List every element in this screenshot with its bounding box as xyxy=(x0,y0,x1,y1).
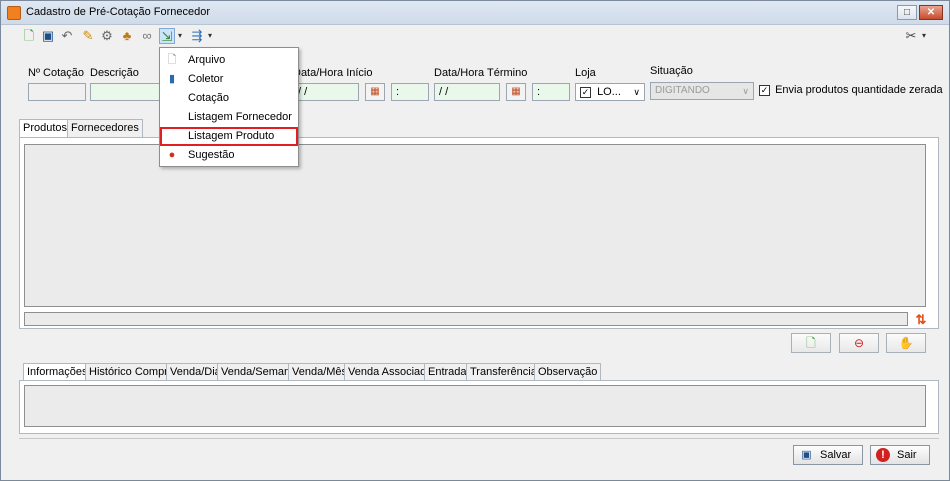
data-termino-label: Data/Hora Término xyxy=(434,67,528,79)
exit-button[interactable]: ! Sair xyxy=(870,445,930,465)
new-doc-icon[interactable]: 🗋 xyxy=(21,28,37,44)
menu-item-coletor[interactable]: ▮ Coletor xyxy=(160,70,298,89)
data-termino-field[interactable]: / / xyxy=(434,83,500,101)
products-panel: ⇅ xyxy=(19,137,939,329)
form-row: Nº Cotação Descrição Data/Hora Início / … xyxy=(19,56,943,111)
data-inicio-label: Data/Hora Início xyxy=(293,67,373,79)
chevron-down-icon[interactable]: ▾ xyxy=(176,28,184,44)
hora-termino-field[interactable]: : xyxy=(532,83,570,101)
menu-item-label: Listagem Produto xyxy=(188,130,275,142)
info-grid[interactable] xyxy=(24,385,926,427)
menu-item-cotacao[interactable]: Cotação xyxy=(160,89,298,108)
scanner-icon: ▮ xyxy=(168,73,176,85)
exit-button-label: Sair xyxy=(897,449,917,461)
tab-historico-compra[interactable]: Histórico Compra xyxy=(85,363,178,381)
gear-icon[interactable]: ⚙ xyxy=(99,28,115,44)
export-icon[interactable]: ⇶ xyxy=(189,28,205,44)
envia-zerada-label: Envia produtos quantidade zerada xyxy=(775,84,943,96)
save-icon[interactable]: ▣ xyxy=(40,28,56,44)
exit-icon: ! xyxy=(876,448,890,462)
chevron-down-icon: ∨ xyxy=(742,86,749,96)
undo-icon[interactable]: ↶ xyxy=(59,28,75,44)
window-title: Cadastro de Pré-Cotação Fornecedor xyxy=(26,6,211,18)
situacao-value: DIGITANDO xyxy=(655,85,710,96)
chevron-down-icon[interactable]: ▾ xyxy=(920,28,928,44)
menu-item-arquivo[interactable]: 🗋 Arquivo xyxy=(160,51,298,70)
suggestion-icon: ● xyxy=(168,149,176,161)
save-icon: ▣ xyxy=(801,449,812,461)
menu-item-sugestao[interactable]: ● Sugestão xyxy=(160,146,298,165)
clear-button[interactable]: ✋ xyxy=(886,333,926,353)
menu-item-label: Listagem Fornecedor xyxy=(188,111,292,123)
import-icon[interactable]: ⇲ xyxy=(159,28,175,44)
import-dropdown-menu: 🗋 Arquivo ▮ Coletor Cotação Listagem For… xyxy=(159,47,299,167)
num-cotacao-field[interactable] xyxy=(28,83,86,101)
info-panel xyxy=(19,380,939,434)
menu-item-label: Sugestão xyxy=(188,149,235,161)
loja-value: LO... xyxy=(597,86,621,98)
save-button[interactable]: ▣ Salvar xyxy=(793,445,863,465)
people-icon[interactable]: ♣ xyxy=(119,28,135,44)
tab-venda-mes[interactable]: Venda/Mês xyxy=(288,363,352,381)
close-window-button[interactable]: ✕ xyxy=(919,5,943,20)
products-grid[interactable] xyxy=(24,144,926,307)
add-item-button[interactable]: 🗋 xyxy=(791,333,831,353)
chevron-down-icon: ∨ xyxy=(633,87,640,97)
chevron-down-icon[interactable]: ▾ xyxy=(206,28,214,44)
bottom-bar: ▣ Salvar ! Sair xyxy=(19,438,939,468)
app-icon xyxy=(7,6,21,20)
file-icon: 🗋 xyxy=(167,54,177,66)
loja-checkbox[interactable]: ✓ xyxy=(580,86,591,98)
calendar-icon[interactable]: ▦ xyxy=(506,83,526,101)
menu-item-label: Coletor xyxy=(188,73,224,85)
loja-select[interactable]: ✓ LO... ∨ xyxy=(575,83,645,101)
save-button-label: Salvar xyxy=(820,449,852,461)
descricao-field[interactable] xyxy=(90,83,160,101)
tab-fornecedores[interactable]: Fornecedores xyxy=(67,119,143,137)
tab-observacao[interactable]: Observação xyxy=(534,363,602,381)
tab-venda-dia[interactable]: Venda/Dia xyxy=(166,363,225,381)
edit-icon[interactable]: ✎ xyxy=(80,28,96,44)
grid-filter-bar[interactable] xyxy=(24,312,908,326)
hora-inicio-field[interactable]: : xyxy=(391,83,429,101)
tab-entrada[interactable]: Entrada xyxy=(424,363,471,381)
remove-item-button[interactable]: ⊖ xyxy=(839,333,879,353)
envia-zerada-checkbox[interactable]: ✓ xyxy=(759,84,770,96)
toolbar: 🗋 ▣ ↶ ✎ ⚙ ♣ ∞ ⇲ ▾ ⇶ ▾ ✂ ▾ xyxy=(19,26,939,46)
num-cotacao-label: Nº Cotação xyxy=(28,67,84,79)
tab-produtos[interactable]: Produtos xyxy=(19,119,72,138)
title-bar: Cadastro de Pré-Cotação Fornecedor □ ✕ xyxy=(1,1,949,25)
loja-label: Loja xyxy=(575,67,596,79)
tools-icon[interactable]: ✂ xyxy=(903,28,919,44)
main-window: Cadastro de Pré-Cotação Fornecedor □ ✕ 🗋… xyxy=(0,0,950,481)
link-icon[interactable]: ∞ xyxy=(139,28,155,44)
tab-transferencia[interactable]: Transferência xyxy=(466,363,541,381)
sort-icon[interactable]: ⇅ xyxy=(912,312,930,328)
menu-item-label: Arquivo xyxy=(188,54,226,66)
menu-item-listagem-produto[interactable]: Listagem Produto xyxy=(160,127,298,146)
situacao-label: Situação xyxy=(650,65,693,77)
maximize-button[interactable]: □ xyxy=(897,5,917,20)
tab-venda-associado[interactable]: Venda Associado xyxy=(344,363,437,381)
situacao-select[interactable]: DIGITANDO ∨ xyxy=(650,82,754,100)
descricao-label: Descrição xyxy=(90,67,139,79)
calendar-icon[interactable]: ▦ xyxy=(365,83,385,101)
menu-item-label: Cotação xyxy=(188,92,229,104)
envia-zerada-option[interactable]: ✓ Envia produtos quantidade zerada xyxy=(759,84,943,96)
data-inicio-field[interactable]: / / xyxy=(293,83,359,101)
menu-item-listagem-fornecedor[interactable]: Listagem Fornecedor xyxy=(160,108,298,127)
